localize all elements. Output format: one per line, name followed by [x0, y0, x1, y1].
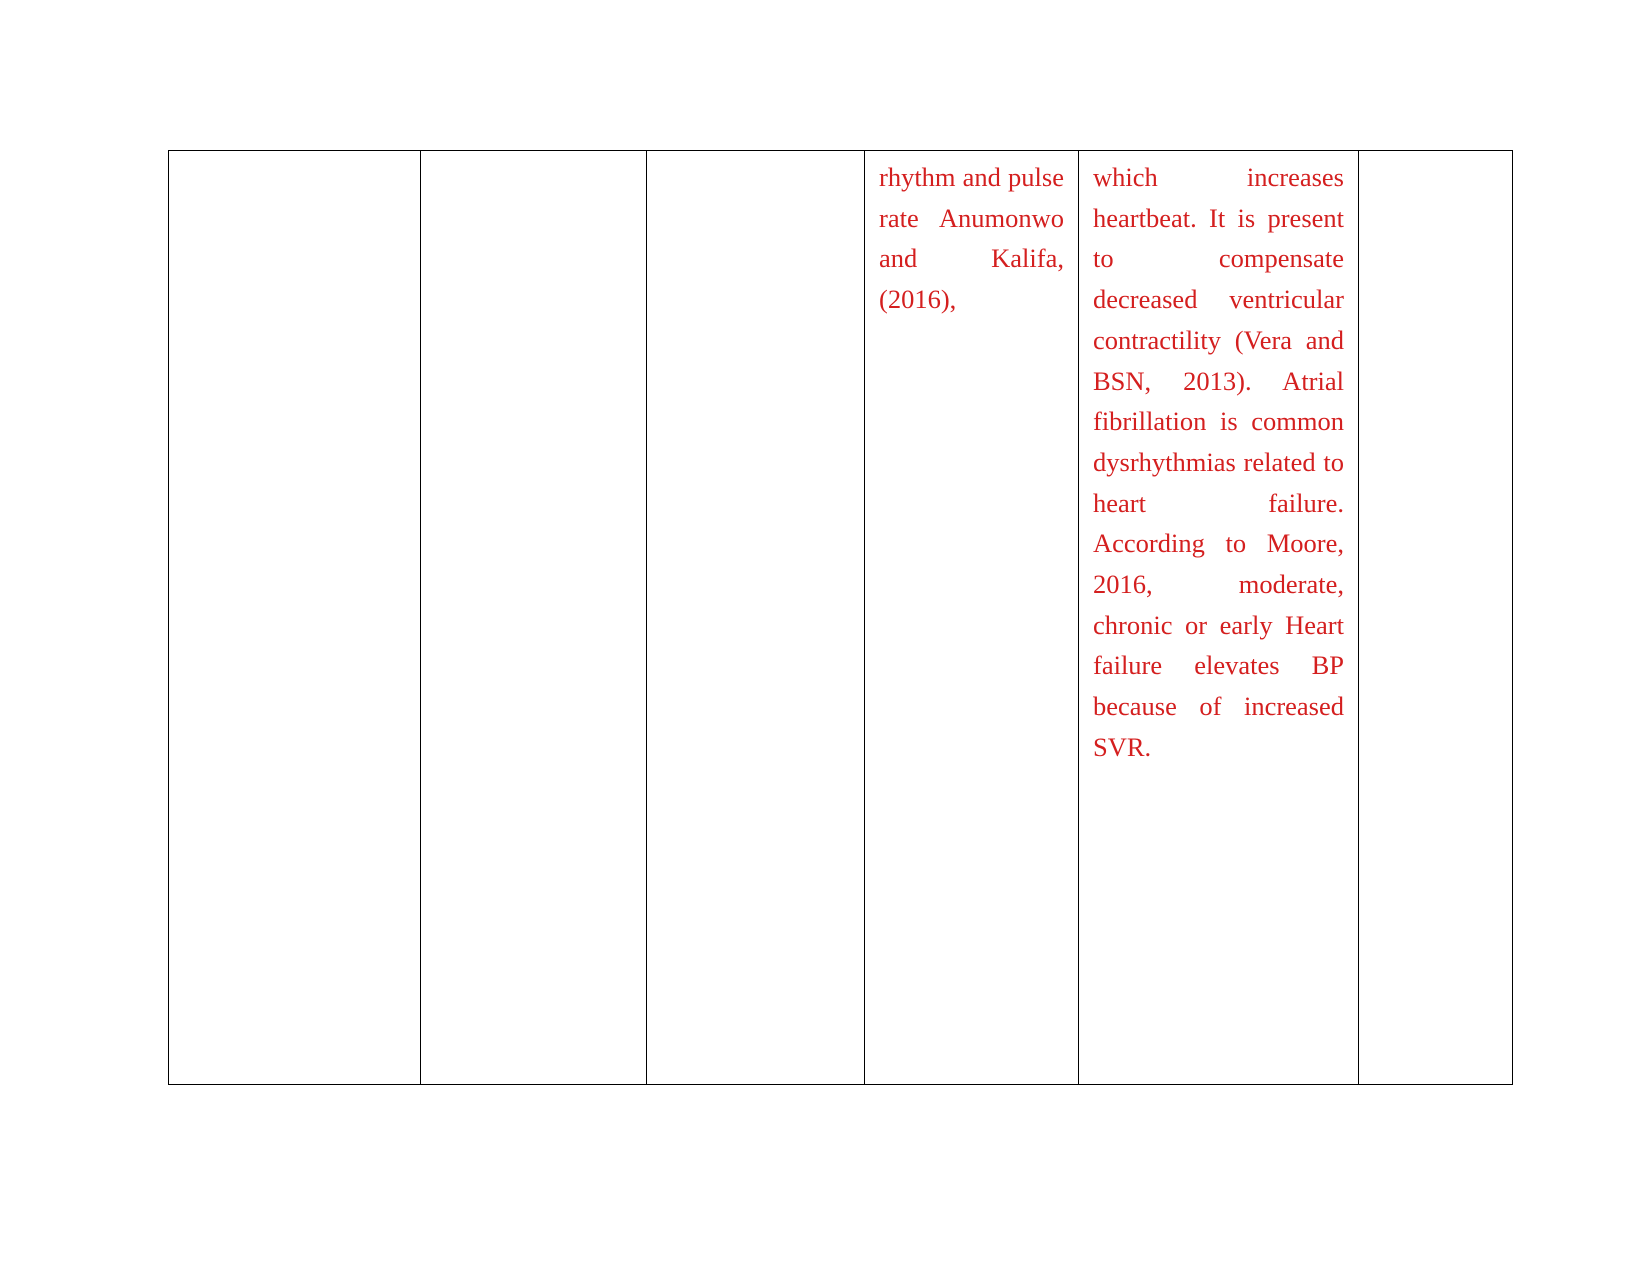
cell-text-column-4: rhythm and pulse rate Anumonwo and Kalif… — [879, 162, 1064, 315]
cell-text-column-3 — [648, 152, 864, 158]
cell-text-column-6 — [1360, 152, 1512, 158]
cell-text-column-1 — [170, 152, 420, 158]
content-table: rhythm and pulse rate Anumonwo and Kalif… — [168, 150, 1513, 1085]
table-row: rhythm and pulse rate Anumonwo and Kalif… — [168, 150, 1513, 1085]
document-page: rhythm and pulse rate Anumonwo and Kalif… — [0, 0, 1651, 1275]
table-cell-column-5: which increases heartbeat. It is present… — [1078, 150, 1359, 1085]
cell-text-column-2 — [422, 152, 646, 158]
table-cell-column-2 — [420, 150, 647, 1085]
table-cell-column-1 — [168, 150, 421, 1085]
cell-text-column-5: which increases heartbeat. It is present… — [1093, 162, 1344, 762]
table-cell-column-4: rhythm and pulse rate Anumonwo and Kalif… — [864, 150, 1079, 1085]
table-cell-column-3 — [646, 150, 865, 1085]
table-cell-column-6 — [1358, 150, 1513, 1085]
